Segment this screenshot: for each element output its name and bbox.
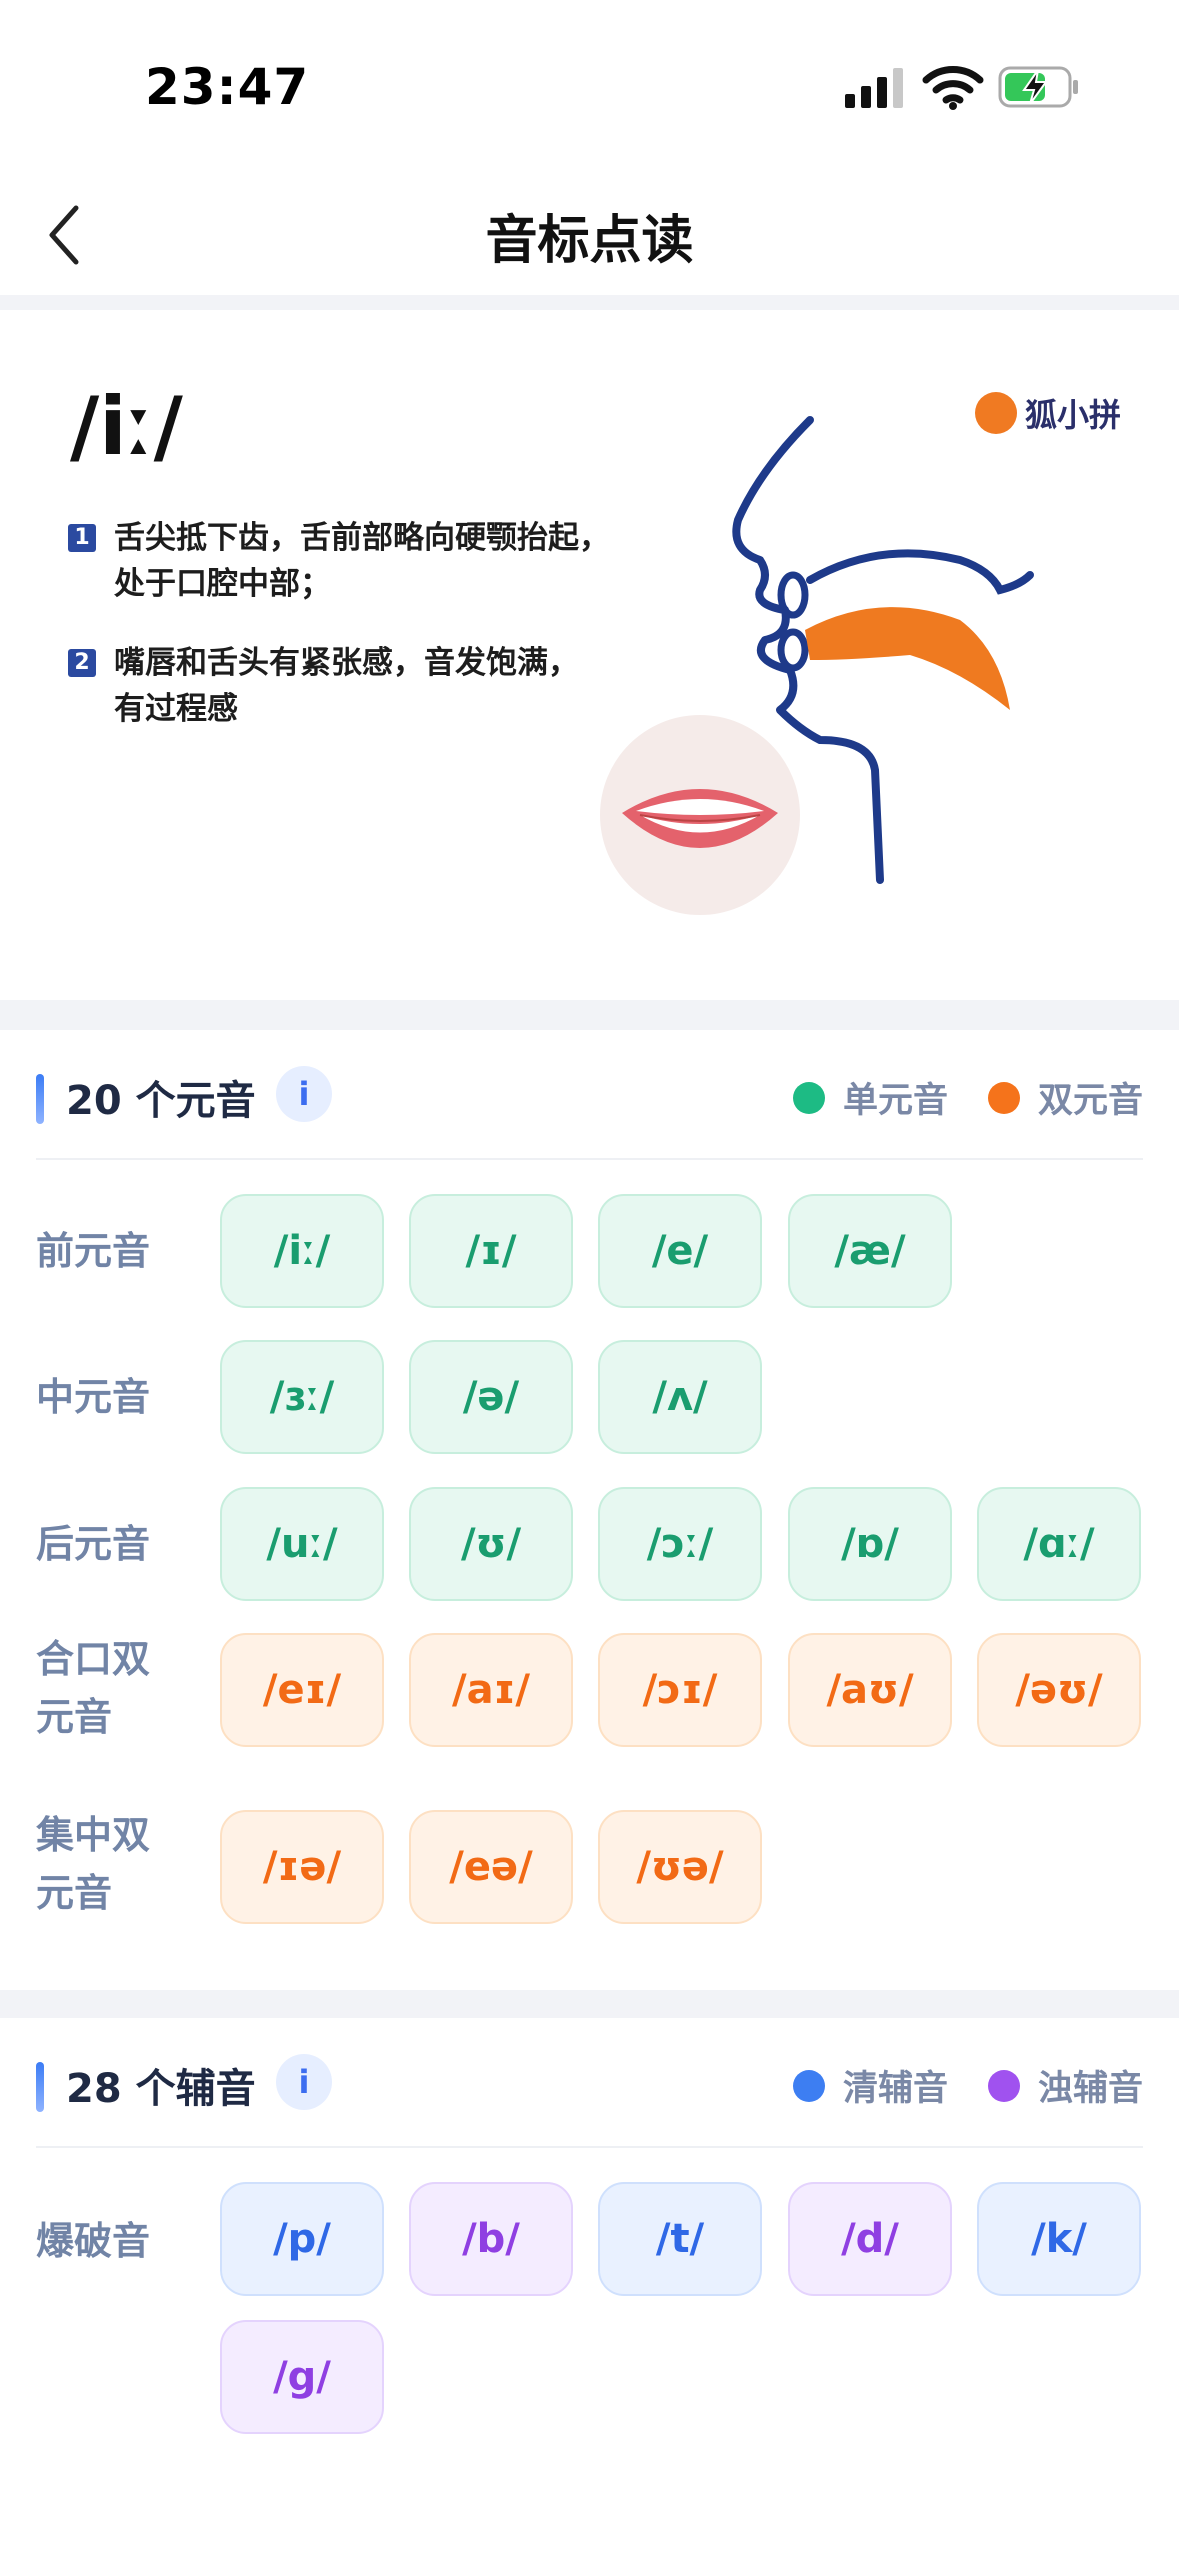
legend-label: 清辅音 [842,2069,948,2109]
legend-item-diphthong: 双元音 [987,1072,1143,1123]
tip-number: 2 [68,649,96,677]
row-label-central-vowels: 中元音 [36,1375,151,1419]
legend-label: 双元音 [1037,1081,1143,1121]
row-label-front-vowels: 前元音 [36,1229,151,1273]
legend-item-monophthong: 单元音 [792,1072,948,1123]
tip-text: 舌尖抵下齿，舌前部略向硬颚抬起， 处于口腔中部； [114,515,610,607]
phoneme-chip[interactable]: /əʊ/ [977,1633,1141,1747]
phoneme-chip[interactable]: /ɪə/ [220,1810,384,1924]
banner-symbol: /iː/ [70,380,183,473]
purple-dot-icon [987,2069,1020,2102]
legend-item-voiced: 浊辅音 [987,2060,1143,2111]
phoneme-chip[interactable]: /b/ [409,2182,573,2296]
tip-text: 嘴唇和舌头有紧张感，音发饱满， 有过程感 [114,640,579,732]
green-dot-icon [792,1081,825,1114]
phoneme-chip[interactable]: /eɪ/ [220,1633,384,1747]
section-header: 28 个辅音 i 清辅音 浊辅音 [36,2038,1143,2126]
phoneme-chip[interactable]: /eə/ [409,1810,573,1924]
consonants-section: 28 个辅音 i 清辅音 浊辅音 爆破音 /p/ /b/ /t/ /d/ /k/… [0,2018,1179,2556]
section-title: 20 个元音 [66,1078,256,1124]
phoneme-chip[interactable]: /t/ [598,2182,762,2296]
phoneme-chip[interactable]: /ʊə/ [598,1810,762,1924]
divider [0,295,1179,310]
page-title: 音标点读 [485,211,694,271]
cellular-signal-icon [845,68,903,108]
phoneme-chip[interactable]: /e/ [598,1194,762,1308]
section-header: 20 个元音 i 单元音 双元音 [36,1050,1143,1138]
tip-number: 1 [68,524,96,552]
row-label-plosives: 爆破音 [36,2219,151,2263]
row-label-centring-diphthongs: 集中双元音 [36,1813,151,1915]
section-rule [36,2146,1143,2148]
blue-dot-icon [792,2069,825,2102]
tip-line: 舌尖抵下齿，舌前部略向硬颚抬起， [114,520,610,556]
legend: 清辅音 浊辅音 [753,2060,1143,2111]
tip-line: 处于口腔中部； [114,566,331,602]
legend: 单元音 双元音 [753,1072,1143,1123]
tip-2: 2 嘴唇和舌头有紧张感，音发饱满， 有过程感 [68,640,668,732]
legend-label: 单元音 [842,1081,948,1121]
phoneme-chip[interactable]: /ɪ/ [409,1194,573,1308]
legend-label: 浊辅音 [1037,2069,1143,2109]
phoneme-chip[interactable]: /aʊ/ [788,1633,952,1747]
phonetic-banner[interactable]: /iː/ 狐小拼 1 舌尖抵下齿，舌前部略向硬颚抬起， 处于口腔中部； 2 嘴唇… [0,310,1179,1000]
divider [0,1990,1179,2018]
phoneme-chip[interactable]: /ʊ/ [409,1487,573,1601]
phoneme-chip[interactable]: /ʌ/ [598,1340,762,1454]
phoneme-chip[interactable]: /æ/ [788,1194,952,1308]
phoneme-chip[interactable]: /ɔɪ/ [598,1633,762,1747]
phoneme-chip[interactable]: /uː/ [220,1487,384,1601]
tip-line: 嘴唇和舌头有紧张感，音发饱满， [114,645,579,681]
phoneme-chip[interactable]: /g/ [220,2320,384,2434]
tip-1: 1 舌尖抵下齿，舌前部略向硬颚抬起， 处于口腔中部； [68,515,668,607]
row-label-back-vowels: 后元音 [36,1522,151,1566]
battery-charging-icon [998,66,1078,108]
phoneme-chip[interactable]: /aɪ/ [409,1633,573,1747]
status-time: 23:47 [145,58,310,116]
mouth-profile-diagram [732,416,1034,884]
orange-dot-icon [987,1081,1020,1114]
info-icon[interactable]: i [276,1066,332,1122]
section-rule [36,1158,1143,1160]
phoneme-chip[interactable]: /ɜː/ [220,1340,384,1454]
section-accent-bar [36,1074,44,1124]
phoneme-chip[interactable]: /ɒ/ [788,1487,952,1601]
status-bar: 23:47 [0,0,1179,170]
phoneme-chip[interactable]: /ə/ [409,1340,573,1454]
wifi-icon [922,66,984,110]
legend-item-voiceless: 清辅音 [792,2060,948,2111]
nav-bar: 音标点读 [0,170,1179,295]
divider [0,1000,1179,1030]
info-icon[interactable]: i [276,2054,332,2110]
section-title: 28 个辅音 [66,2066,256,2112]
phoneme-chip[interactable]: /ɑː/ [977,1487,1141,1601]
section-accent-bar [36,2062,44,2112]
phoneme-chip[interactable]: /k/ [977,2182,1141,2296]
phoneme-chip[interactable]: /ɔː/ [598,1487,762,1601]
tip-line: 有过程感 [114,691,238,727]
row-label-closing-diphthongs: 合口双元音 [36,1637,151,1739]
vowels-section: 20 个元音 i 单元音 双元音 前元音 /iː/ /ɪ/ /e/ /æ/ 中元… [0,1030,1179,1990]
phoneme-chip[interactable]: /iː/ [220,1194,384,1308]
phoneme-chip[interactable]: /d/ [788,2182,952,2296]
phoneme-chip[interactable]: /p/ [220,2182,384,2296]
